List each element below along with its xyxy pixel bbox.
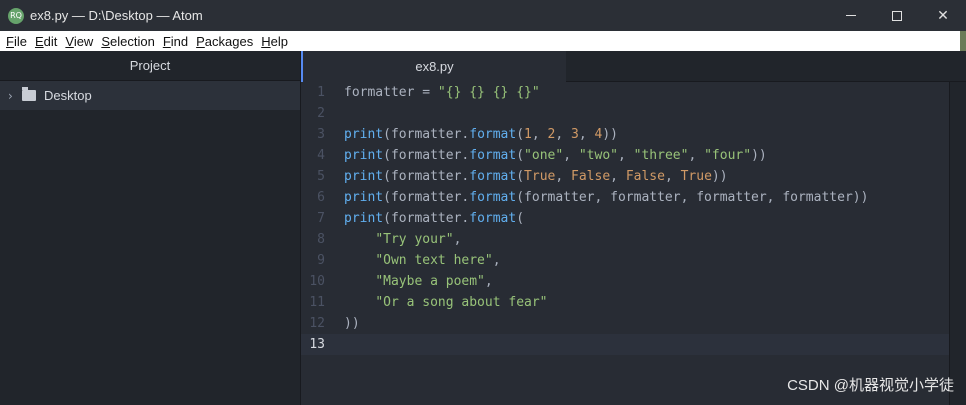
minimize-icon xyxy=(846,15,856,16)
close-button[interactable]: ✕ xyxy=(920,0,966,31)
tab-title: ex8.py xyxy=(415,59,454,74)
code-text: print(formatter.format(True, False, Fals… xyxy=(344,169,728,184)
minimize-button[interactable] xyxy=(828,0,874,31)
watermark: CSDN @机器视觉小学徒 xyxy=(787,377,954,394)
atom-icon: RQ xyxy=(8,7,24,24)
code-line: 8 "Try your", xyxy=(301,229,949,250)
chevron-right-icon[interactable]: › xyxy=(8,89,16,103)
code-text: "Maybe a poem", xyxy=(375,274,493,289)
code-text: formatter = "{} {} {} {}" xyxy=(344,85,540,100)
line-number: 9 xyxy=(317,253,325,268)
maximize-icon xyxy=(892,10,902,21)
code-text: print(formatter.format( xyxy=(344,211,525,226)
code-line: 1 formatter = "{} {} {} {}" xyxy=(301,82,949,103)
code-text: )) xyxy=(344,316,360,331)
code-text: print(formatter.format(formatter, format… xyxy=(344,190,869,205)
menu-file[interactable]: File xyxy=(2,34,31,49)
code-text: print(formatter.format("one", "two", "th… xyxy=(344,148,767,163)
code-text: "Own text here", xyxy=(375,253,501,268)
line-number: 7 xyxy=(317,211,325,226)
code-line-current: 13 xyxy=(301,334,949,355)
code-line: 7 print(formatter.format( xyxy=(301,208,949,229)
line-number: 2 xyxy=(317,106,325,121)
window-controls: ✕ xyxy=(828,0,966,31)
line-number: 1 xyxy=(317,85,325,100)
folder-icon xyxy=(22,87,36,101)
code-text: "Or a song about fear" xyxy=(375,295,548,310)
menu-help[interactable]: Help xyxy=(257,34,292,49)
code-line: 11 "Or a song about fear" xyxy=(301,292,949,313)
menu-edit[interactable]: Edit xyxy=(31,34,61,49)
text-editor[interactable]: 1 formatter = "{} {} {} {}" 2 3 print(fo… xyxy=(301,82,966,405)
menu-packages[interactable]: Packages xyxy=(192,34,257,49)
line-number: 11 xyxy=(309,295,325,310)
tree-item-desktop[interactable]: › Desktop xyxy=(0,81,300,110)
code-text: print(formatter.format(1, 2, 3, 4)) xyxy=(344,127,618,142)
editor-scrollbar[interactable] xyxy=(949,82,966,405)
window-title: ex8.py — D:\Desktop — Atom xyxy=(30,8,203,23)
maximize-button[interactable] xyxy=(874,0,920,31)
code-line: 10 "Maybe a poem", xyxy=(301,271,949,292)
code-line: 6 print(formatter.format(formatter, form… xyxy=(301,187,949,208)
line-number: 13 xyxy=(309,337,325,352)
line-number: 4 xyxy=(317,148,325,163)
tree-view-tab[interactable]: Project xyxy=(0,51,300,81)
code-line: 5 print(formatter.format(True, False, Fa… xyxy=(301,166,949,187)
menu-bar: File Edit View Selection Find Packages H… xyxy=(0,31,966,51)
code-line: 4 print(formatter.format("one", "two", "… xyxy=(301,145,949,166)
code-line: 3 print(formatter.format(1, 2, 3, 4)) xyxy=(301,124,949,145)
code-line: 12 )) xyxy=(301,313,949,334)
line-number: 8 xyxy=(317,232,325,247)
code-line: 2 xyxy=(301,103,949,124)
code-text: "Try your", xyxy=(375,232,462,247)
close-icon: ✕ xyxy=(937,7,949,24)
tree-view: Project › Desktop xyxy=(0,51,301,405)
title-bar: RQ ex8.py — D:\Desktop — Atom ✕ xyxy=(0,0,966,31)
tab-ex8-py[interactable]: ex8.py xyxy=(301,51,566,82)
code-line: 9 "Own text here", xyxy=(301,250,949,271)
line-number: 10 xyxy=(309,274,325,289)
tree-item-label: Desktop xyxy=(44,88,92,103)
line-number: 12 xyxy=(309,316,325,331)
menu-view[interactable]: View xyxy=(61,34,97,49)
line-number: 3 xyxy=(317,127,325,142)
tab-bar: ex8.py xyxy=(301,51,966,82)
menu-selection[interactable]: Selection xyxy=(97,34,158,49)
line-number: 5 xyxy=(317,169,325,184)
line-number: 6 xyxy=(317,190,325,205)
menu-find[interactable]: Find xyxy=(159,34,192,49)
